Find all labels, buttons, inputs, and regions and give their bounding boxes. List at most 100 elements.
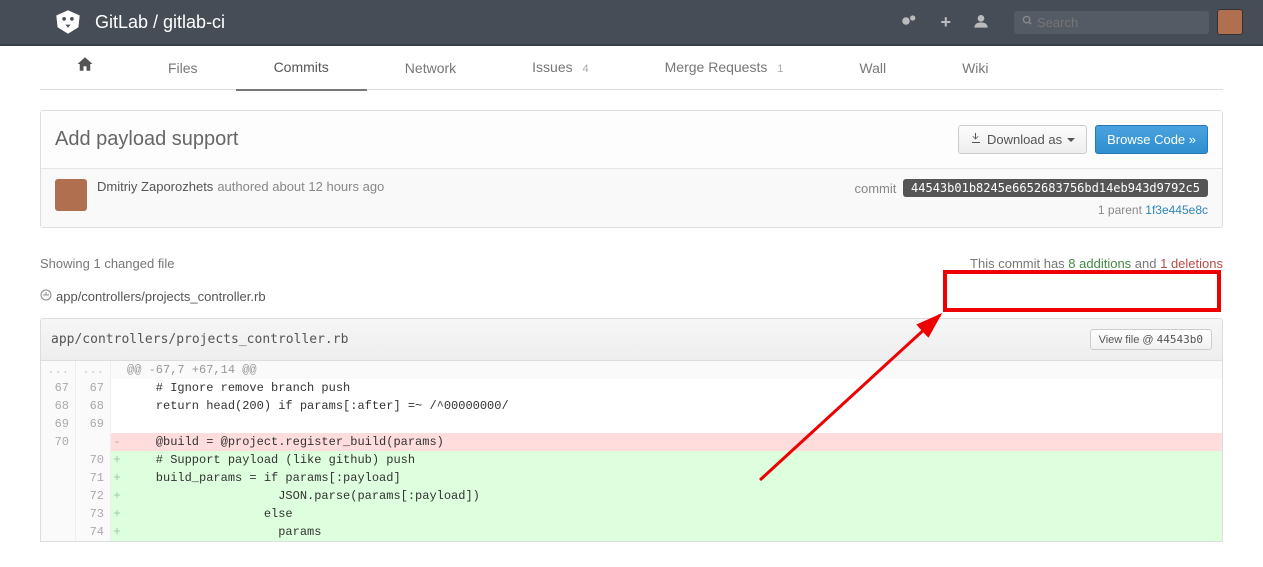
additions-count: 8 additions <box>1068 256 1131 271</box>
nav-wiki[interactable]: Wiki <box>924 46 1026 90</box>
diff-sign: + <box>111 469 123 487</box>
diff-changed-icon <box>40 289 52 304</box>
diff-sign: - <box>111 433 123 451</box>
nav-issues[interactable]: Issues 4 <box>494 45 626 91</box>
diff-line: 70+ # Support payload (like github) push <box>41 451 1222 469</box>
line-number-new: 74 <box>76 523 111 541</box>
nav-issues-count: 4 <box>583 63 589 75</box>
gitlab-logo-icon[interactable] <box>55 9 81 35</box>
line-number-new <box>76 433 111 451</box>
diff-sign <box>111 361 123 379</box>
line-number-new: 68 <box>76 397 111 415</box>
browse-code-label: Browse Code » <box>1107 132 1196 147</box>
project-nav: Files Commits Network Issues 4 Merge Req… <box>40 46 1223 90</box>
line-number-new: 71 <box>76 469 111 487</box>
search-icon <box>1022 15 1033 29</box>
admin-gears-icon[interactable] <box>900 14 918 31</box>
diff-code: build_params = if params[:payload] <box>123 469 1222 487</box>
diff-stats-row: Showing 1 changed file This commit has 8… <box>40 256 1223 271</box>
author-info: Dmitriy Zaporozhets authored about 12 ho… <box>97 179 855 194</box>
commit-title-row: Add payload support Download as Browse C… <box>41 111 1222 169</box>
diff-line: 6969 <box>41 415 1222 433</box>
diff-sign <box>111 397 123 415</box>
line-number-old <box>41 451 76 469</box>
download-label: Download as <box>987 132 1062 147</box>
home-icon <box>76 60 94 76</box>
and-text: and <box>1131 256 1160 271</box>
commit-sha[interactable]: 44543b01b8245e6652683756bd14eb943d9792c5 <box>903 179 1208 197</box>
nav-mr-label: Merge Requests <box>665 59 768 75</box>
diff-sign: + <box>111 523 123 541</box>
diff-line: 70- @build = @project.register_build(par… <box>41 433 1222 451</box>
line-number-new: ... <box>76 361 111 379</box>
view-file-button[interactable]: View file @ 44543b0 <box>1090 329 1212 350</box>
nav-home[interactable] <box>40 46 130 90</box>
line-number-old <box>41 469 76 487</box>
line-number-new: 69 <box>76 415 111 433</box>
diff-sign: + <box>111 451 123 469</box>
search-input[interactable] <box>1037 15 1213 30</box>
line-number-new: 73 <box>76 505 111 523</box>
browse-code-button[interactable]: Browse Code » <box>1095 125 1208 154</box>
nav-merge-requests[interactable]: Merge Requests 1 <box>627 45 822 91</box>
line-number-old: 69 <box>41 415 76 433</box>
user-avatar[interactable] <box>1217 9 1243 35</box>
top-header: GitLab / gitlab-ci + <box>0 0 1263 46</box>
files-changed-text: Showing 1 changed file <box>40 256 970 271</box>
diff-line: 72+ JSON.parse(params[:payload]) <box>41 487 1222 505</box>
diff-line: 71+ build_params = if params[:payload] <box>41 469 1222 487</box>
commit-sha-block: commit 44543b01b8245e6652683756bd14eb943… <box>855 179 1209 217</box>
project-path[interactable]: GitLab / gitlab-ci <box>95 12 900 33</box>
nav-commits[interactable]: Commits <box>236 45 367 91</box>
line-number-new: 70 <box>76 451 111 469</box>
commit-meta-row: Dmitriy Zaporozhets authored about 12 ho… <box>41 169 1222 227</box>
diff-line: 6868 return head(200) if params[:after] … <box>41 397 1222 415</box>
new-plus-icon[interactable]: + <box>940 12 951 33</box>
caret-down-icon <box>1067 138 1075 142</box>
view-file-prefix: View file @ <box>1099 334 1157 346</box>
diff-code: else <box>123 505 1222 523</box>
diff-sign: + <box>111 505 123 523</box>
nav-files[interactable]: Files <box>130 46 236 90</box>
diff-panel: app/controllers/projects_controller.rb V… <box>40 318 1223 542</box>
parent-line: 1 parent 1f3e445e8c <box>855 203 1209 217</box>
nav-wall[interactable]: Wall <box>821 46 924 90</box>
diff-code: # Support payload (like github) push <box>123 451 1222 469</box>
parent-sha-link[interactable]: 1f3e445e8c <box>1145 203 1208 217</box>
author-avatar[interactable] <box>55 179 87 211</box>
nav-network[interactable]: Network <box>367 46 494 90</box>
commit-title: Add payload support <box>55 128 958 151</box>
authored-text: authored about 12 hours ago <box>217 179 384 194</box>
line-number-old: ... <box>41 361 76 379</box>
download-as-button[interactable]: Download as <box>958 125 1087 154</box>
diff-code <box>123 415 1222 433</box>
line-number-new: 72 <box>76 487 111 505</box>
diff-code: # Ignore remove branch push <box>123 379 1222 397</box>
download-icon <box>970 132 982 147</box>
diff-code: return head(200) if params[:after] =~ /^… <box>123 397 1222 415</box>
summary-prefix: This commit has <box>970 256 1068 271</box>
user-profile-icon[interactable] <box>973 13 989 32</box>
diff-code: JSON.parse(params[:payload]) <box>123 487 1222 505</box>
diff-summary: This commit has 8 additions and 1 deleti… <box>970 256 1223 271</box>
diff-code: @@ -67,7 +67,14 @@ <box>123 361 1222 379</box>
line-number-old <box>41 487 76 505</box>
file-link-row: app/controllers/projects_controller.rb <box>40 289 1223 304</box>
nav-mr-count: 1 <box>777 63 783 75</box>
diff-line: 73+ else <box>41 505 1222 523</box>
line-number-old <box>41 505 76 523</box>
search-box[interactable] <box>1014 11 1209 34</box>
author-name[interactable]: Dmitriy Zaporozhets <box>97 179 213 194</box>
diff-code: @build = @project.register_build(params) <box>123 433 1222 451</box>
view-file-sha: 44543b0 <box>1157 333 1203 346</box>
sha-label: commit <box>855 181 897 196</box>
file-path-link[interactable]: app/controllers/projects_controller.rb <box>56 289 266 304</box>
diff-file-path: app/controllers/projects_controller.rb <box>51 332 1090 347</box>
diff-sign <box>111 379 123 397</box>
diff-line: 74+ params <box>41 523 1222 541</box>
commit-box: Add payload support Download as Browse C… <box>40 110 1223 228</box>
diff-sign: + <box>111 487 123 505</box>
line-number-old <box>41 523 76 541</box>
line-number-old: 68 <box>41 397 76 415</box>
diff-body: ......@@ -67,7 +67,14 @@6767 # Ignore re… <box>41 361 1222 541</box>
